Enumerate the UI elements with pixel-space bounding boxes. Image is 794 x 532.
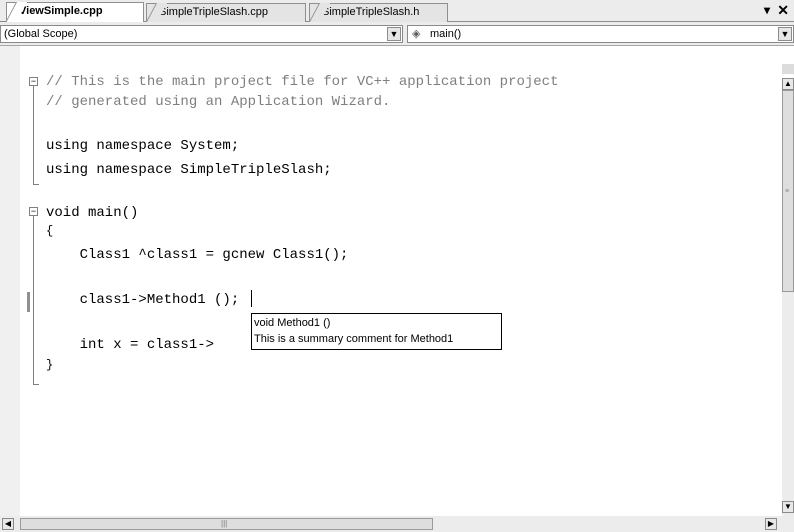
- member-value: main(): [430, 28, 462, 40]
- collapse-icon[interactable]: −: [29, 77, 38, 86]
- code-editor[interactable]: − − // This is the main project file for…: [0, 46, 778, 516]
- outline-end: [33, 184, 39, 185]
- scroll-left-button[interactable]: ◀: [2, 518, 14, 530]
- chevron-down-icon[interactable]: ▼: [778, 27, 792, 41]
- active-files-dropdown-icon[interactable]: ▾: [764, 3, 770, 17]
- splitter-handle[interactable]: [782, 64, 794, 74]
- chevron-down-icon[interactable]: ▼: [387, 27, 401, 41]
- document-tab-strip: ViewSimple.cpp SimpleTripleSlash.cpp Sim…: [0, 0, 794, 22]
- parameter-info-tooltip: void Method1 () This is a summary commen…: [251, 313, 502, 350]
- tab-label: ViewSimple.cpp: [19, 5, 103, 17]
- vertical-scroll-thumb[interactable]: ≡: [782, 90, 794, 292]
- member-dropdown[interactable]: ◈ main() ▼: [407, 25, 794, 43]
- outline-end: [33, 384, 39, 385]
- code-line: // generated using an Application Wizard…: [46, 94, 391, 110]
- grip-icon: |||: [221, 519, 228, 528]
- vertical-scrollbar[interactable]: ▲ ≡ ▼: [782, 78, 794, 516]
- navigation-bar: (Global Scope) ▼ ◈ main() ▼: [0, 22, 794, 46]
- indicator-margin: [0, 46, 20, 516]
- tab-simpletripleslash-cpp[interactable]: SimpleTripleSlash.cpp: [146, 3, 306, 22]
- change-marker: [27, 292, 30, 312]
- horizontal-scrollbar[interactable]: ◀ ||| ▶: [0, 516, 782, 532]
- scroll-down-button[interactable]: ▼: [782, 501, 794, 513]
- tooltip-summary: This is a summary comment for Method1: [254, 333, 454, 345]
- tab-simpletripleslash-h[interactable]: SimpleTripleSlash.h: [309, 3, 448, 22]
- scope-dropdown[interactable]: (Global Scope) ▼: [0, 25, 403, 43]
- code-line: using namespace System;: [46, 138, 240, 154]
- scope-value: (Global Scope): [4, 28, 78, 40]
- code-line: }: [46, 358, 54, 372]
- scrollbar-corner: [782, 516, 794, 532]
- tab-label: SimpleTripleSlash.cpp: [159, 6, 269, 18]
- scroll-right-button[interactable]: ▶: [765, 518, 777, 530]
- close-icon[interactable]: ✕: [777, 2, 789, 19]
- text-caret: [251, 290, 252, 307]
- collapse-icon[interactable]: −: [29, 207, 38, 216]
- tooltip-signature: void Method1 (): [254, 317, 331, 329]
- outline-line: [33, 86, 34, 184]
- method-icon: ◈: [412, 28, 421, 40]
- outline-line: [33, 216, 34, 384]
- code-line: Class1 ^class1 = gcnew Class1();: [46, 247, 349, 263]
- tab-viewsimple-cpp[interactable]: ViewSimple.cpp: [6, 2, 144, 22]
- code-line: // This is the main project file for VC+…: [46, 74, 559, 90]
- grip-icon: ≡: [785, 188, 790, 195]
- code-line: using namespace SimpleTripleSlash;: [46, 162, 332, 178]
- horizontal-scroll-thumb[interactable]: |||: [20, 518, 433, 530]
- code-line: int x = class1->: [46, 337, 215, 353]
- code-line: void main(): [46, 205, 139, 221]
- scroll-up-button[interactable]: ▲: [782, 78, 794, 90]
- tab-label: SimpleTripleSlash.h: [322, 6, 420, 18]
- code-line: {: [46, 224, 54, 238]
- code-line: class1->Method1 ();: [46, 292, 240, 308]
